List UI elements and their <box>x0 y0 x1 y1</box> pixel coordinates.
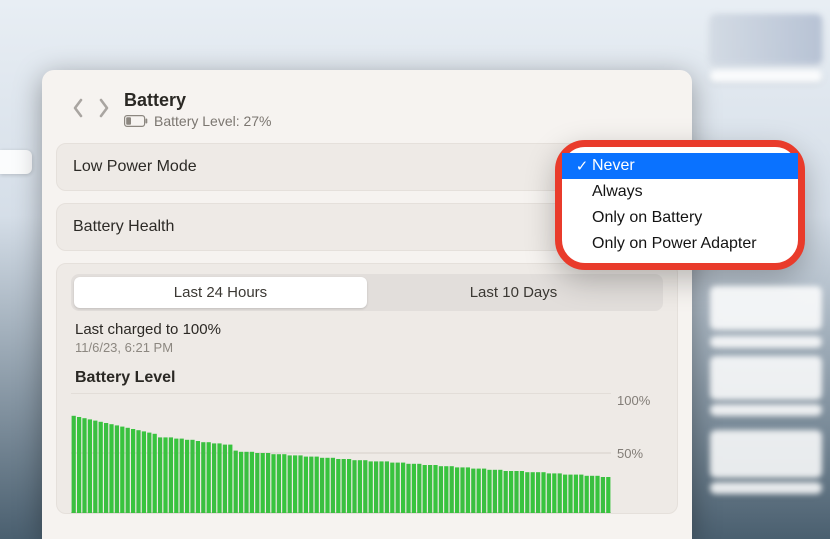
window-header: Battery Battery Level: 27% <box>42 70 692 143</box>
nav-forward-button[interactable] <box>98 98 110 122</box>
checkmark-icon: ✓ <box>572 157 592 175</box>
last-charged-label: Last charged to 100% <box>75 321 663 338</box>
seg-last-10-days[interactable]: Last 10 Days <box>367 277 660 308</box>
low-power-mode-label: Low Power Mode <box>73 158 197 175</box>
low-power-mode-dropdown-menu: ✓ Never Always Only on Battery Only on P… <box>555 140 805 270</box>
dropdown-label: Always <box>592 183 643 201</box>
blurred-widget <box>710 482 822 494</box>
dropdown-label: Only on Battery <box>592 209 702 227</box>
last-charged-timestamp: 11/6/23, 6:21 PM <box>75 340 663 355</box>
battery-icon <box>124 115 148 127</box>
nav-back-button[interactable] <box>72 98 84 122</box>
blurred-widget <box>710 14 822 64</box>
dropdown-label: Only on Power Adapter <box>592 235 757 253</box>
battery-level-chart <box>71 393 611 513</box>
ytick-50: 50% <box>617 446 663 460</box>
dropdown-option-only-on-battery[interactable]: Only on Battery <box>562 205 798 231</box>
seg-last-24-hours[interactable]: Last 24 Hours <box>74 277 367 308</box>
dropdown-label: Never <box>592 157 635 175</box>
battery-usage-card: Last 24 Hours Last 10 Days Last charged … <box>56 263 678 514</box>
dropdown-option-only-on-power-adapter[interactable]: Only on Power Adapter <box>562 231 798 257</box>
dropdown-option-never[interactable]: ✓ Never <box>562 153 798 179</box>
dropdown-option-always[interactable]: Always <box>562 179 798 205</box>
chart-title: Battery Level <box>75 369 663 387</box>
ytick-100: 100% <box>617 393 663 407</box>
blurred-widget <box>710 70 822 82</box>
ytick-0 <box>617 499 663 513</box>
battery-health-label: Battery Health <box>73 218 174 235</box>
blurred-widget <box>710 286 822 330</box>
page-title: Battery <box>124 90 272 111</box>
blurred-widget <box>710 356 822 400</box>
battery-level-text: Battery Level: 27% <box>154 113 272 129</box>
blurred-widget <box>710 404 822 416</box>
blurred-widget <box>710 430 822 478</box>
time-range-segmented-control: Last 24 Hours Last 10 Days <box>71 274 663 311</box>
blurred-widget <box>710 336 822 348</box>
chart-y-axis: 100% 50% <box>617 393 663 513</box>
partial-sidebar-peek <box>0 150 32 174</box>
